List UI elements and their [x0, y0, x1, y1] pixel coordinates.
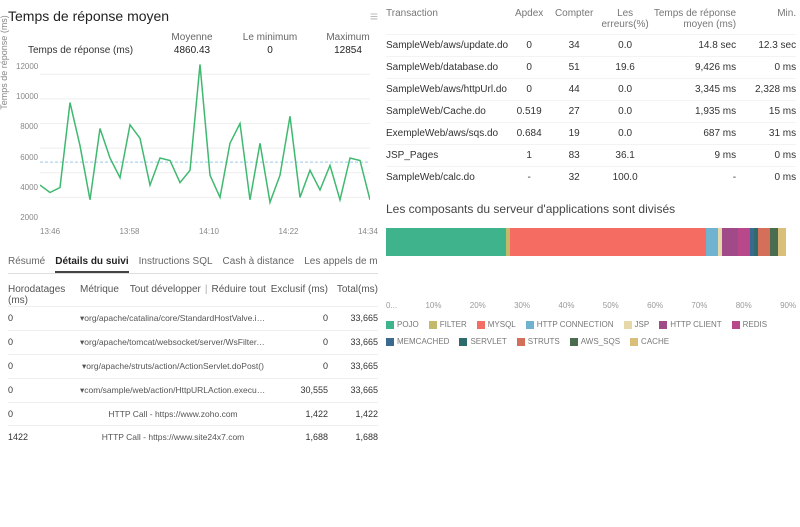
transactions-table: Transaction Apdex Compter Les erreurs(%)… [386, 8, 796, 188]
legend-item: HTTP CONNECTION [526, 320, 614, 329]
transaction-row[interactable]: SampleWeb/aws/update.do0340.014.8 sec12.… [386, 34, 796, 56]
transaction-row[interactable]: SampleWeb/aws/httpUrl.do0440.03,345 ms2,… [386, 78, 796, 100]
stats-row-label: Temps de réponse (ms) [8, 45, 162, 56]
tab-1[interactable]: Détails du suivi [55, 252, 128, 273]
trace-row[interactable]: 0▾com/sample/web/action/HttpURLAction.ex… [8, 378, 378, 402]
col-errors: Les erreurs(%) [598, 8, 652, 30]
response-time-chart: Temps de réponse (ms) 120001000080006000… [8, 62, 378, 242]
trace-row[interactable]: 1422HTTP Call - https://www.site24x7.com… [8, 425, 378, 448]
tab-2[interactable]: Instructions SQL [139, 252, 213, 273]
trace-row[interactable]: 0▾org/apache/catalina/core/StandardHostV… [8, 306, 378, 330]
stat-min-value: 0 [240, 45, 300, 56]
legend-item: STRUTS [517, 337, 560, 346]
stack-title: Les composants du serveur d'applications… [386, 202, 796, 216]
hamburger-icon[interactable]: ≡ [370, 8, 378, 24]
tab-4[interactable]: Les appels de méthode de moins de 10 m..… [304, 252, 378, 273]
legend-item: MYSQL [477, 320, 516, 329]
chart-ylabel: Temps de réponse (ms) [0, 15, 9, 110]
col-count: Compter [550, 8, 598, 30]
legend-item: CACHE [630, 337, 669, 346]
col-exclusive: Exclusif (ms) [266, 284, 328, 306]
legend-item: POJO [386, 320, 419, 329]
legend-item: JSP [624, 320, 650, 329]
legend-item: HTTP CLIENT [659, 320, 721, 329]
chart-title: Temps de réponse moyen [8, 8, 169, 24]
legend-item: MEMCACHED [386, 337, 449, 346]
col-total: Total(ms) [328, 284, 378, 306]
tab-0[interactable]: Résumé [8, 252, 45, 273]
stat-max-label: Maximum [318, 32, 378, 43]
trace-row[interactable]: 0▾org/apache/tomcat/websocket/server/WsF… [8, 330, 378, 354]
transaction-row[interactable]: SampleWeb/calc.do-32100.0-0 ms [386, 166, 796, 188]
transaction-row[interactable]: JSP_Pages18336.19 ms0 ms [386, 144, 796, 166]
legend-item: SERVLET [459, 337, 506, 346]
transaction-row[interactable]: SampleWeb/database.do05119.69,426 ms0 ms [386, 56, 796, 78]
legend-item: REDIS [732, 320, 767, 329]
col-metric: Métrique [80, 284, 119, 306]
tab-3[interactable]: Cash à distance [223, 252, 295, 273]
trace-row[interactable]: 0HTTP Call - https://www.zoho.com1,4221,… [8, 402, 378, 425]
stat-max-value: 12854 [318, 45, 378, 56]
legend-item: AWS_SQS [570, 337, 620, 346]
col-min: Min. [736, 8, 796, 30]
col-apdex: Apdex [508, 8, 550, 30]
transaction-row[interactable]: SampleWeb/Cache.do0.519270.01,935 ms15 m… [386, 100, 796, 122]
col-timestamp: Horodatages (ms) [8, 284, 80, 306]
stat-avg-label: Moyenne [162, 32, 222, 43]
col-transaction: Transaction [386, 8, 508, 30]
tabs: Résumé Détails du suivi Instructions SQL Ca… [8, 252, 378, 274]
expand-all-link[interactable]: Tout développer [130, 284, 201, 306]
stat-avg-value: 4860.43 [162, 45, 222, 56]
col-response-time: Temps de réponse moyen (ms) [652, 8, 736, 30]
trace-row[interactable]: 0▾org/apache/struts/action/ActionServlet… [8, 354, 378, 378]
stacked-bar-chart [386, 228, 786, 268]
legend-item: FILTER [429, 320, 467, 329]
transaction-row[interactable]: ExempleWeb/aws/sqs.do0.684190.0687 ms31 … [386, 122, 796, 144]
collapse-all-link[interactable]: Réduire tout [211, 284, 265, 306]
stat-min-label: Le minimum [240, 32, 300, 43]
